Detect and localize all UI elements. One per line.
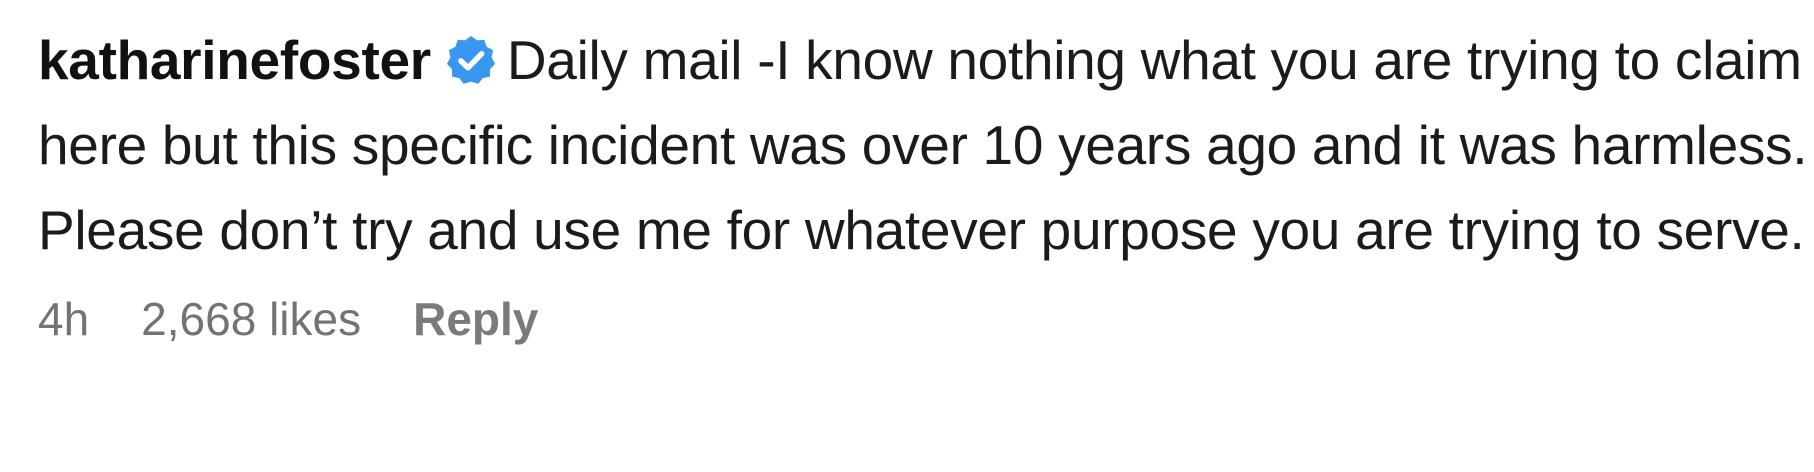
comment-meta: 4h 2,668 likes Reply — [38, 289, 1808, 349]
comment: katharinefoster Daily mail -I know nothin… — [38, 18, 1808, 349]
timestamp[interactable]: 4h — [38, 289, 89, 349]
username-link[interactable]: katharinefoster — [38, 29, 431, 91]
reply-button[interactable]: Reply — [413, 289, 538, 349]
comment-body: katharinefoster Daily mail -I know nothin… — [38, 18, 1808, 273]
likes-count[interactable]: 2,668 likes — [141, 289, 361, 349]
verified-badge-icon — [446, 35, 495, 84]
